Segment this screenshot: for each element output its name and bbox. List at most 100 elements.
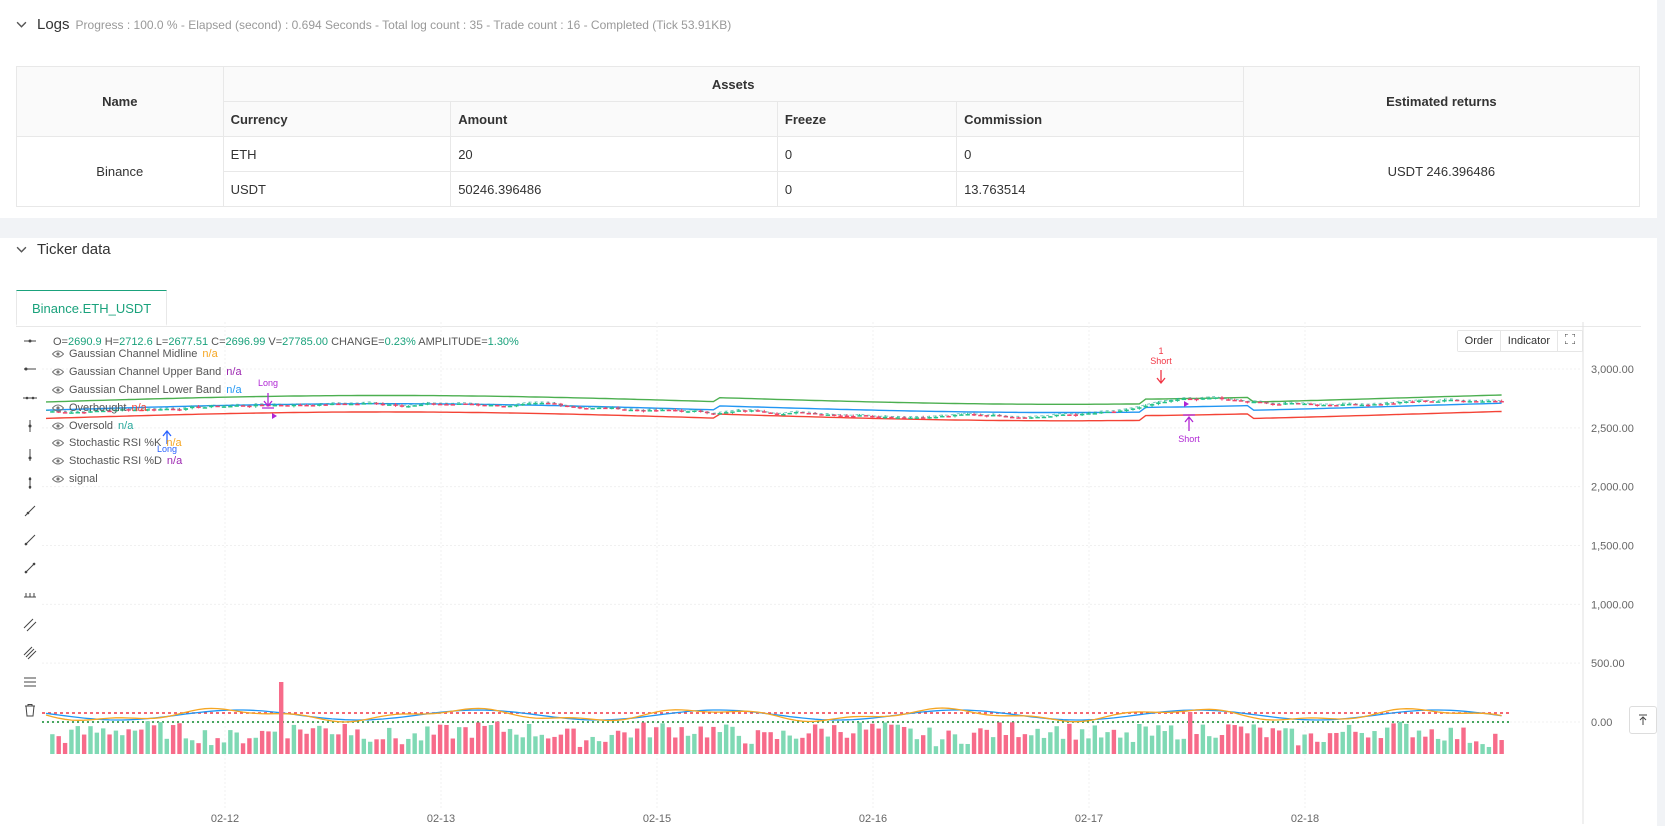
eye-icon[interactable] <box>52 422 64 430</box>
volume-bar <box>488 725 494 754</box>
volume-bar <box>895 724 900 754</box>
volume-bar <box>1423 736 1428 754</box>
candle-body <box>291 404 297 407</box>
logs-title: Logs <box>37 16 70 33</box>
candle-body <box>1448 399 1453 402</box>
volume-bar <box>609 734 614 754</box>
volume-bar <box>743 743 748 754</box>
volume-bar <box>552 736 557 754</box>
volume-bar <box>1060 738 1066 754</box>
assets-table: Name Assets Estimated returns Currency A… <box>16 66 1641 207</box>
candle-body <box>990 414 996 417</box>
price-chart[interactable]: 3,000.00 2,500.00 2,000.00 1,500.00 1,000.00… <box>0 238 1657 826</box>
candle-body <box>501 405 506 408</box>
short-marker-arrow <box>1156 370 1166 385</box>
candle-body <box>692 410 697 413</box>
currency-cell: ETH <box>222 136 452 172</box>
candle-body <box>259 404 265 407</box>
horizontal-line-tool-icon[interactable] <box>19 330 41 352</box>
legend-value: n/a <box>226 365 242 378</box>
order-button[interactable]: Order <box>1457 331 1501 351</box>
eye-icon[interactable] <box>52 350 64 358</box>
volume-bar <box>1207 736 1212 754</box>
indicator-button[interactable]: Indicator <box>1500 331 1558 351</box>
x-tick-label: 02-18 <box>1291 813 1319 825</box>
legend-item[interactable]: Stochastic RSI %D n/a <box>52 452 242 470</box>
volume-bar <box>1219 735 1225 754</box>
eye-icon[interactable] <box>52 386 64 394</box>
candle-body <box>1493 400 1498 403</box>
candle-body <box>1016 417 1021 419</box>
volume-bar <box>164 738 169 754</box>
volume-bar <box>596 741 602 754</box>
candle-body <box>1111 411 1117 414</box>
logs-progress: Progress : 100.0 % - Elapsed (second) : … <box>75 17 732 32</box>
volume-bar <box>1454 739 1460 754</box>
candle-body <box>1499 400 1504 403</box>
legend-item[interactable]: Gaussian Channel Midline n/a <box>52 345 242 363</box>
volume-bar <box>1480 744 1485 754</box>
extended-line-tool-icon[interactable] <box>19 387 41 409</box>
volume-bar <box>196 743 201 754</box>
candle-body <box>298 404 303 407</box>
short-marker-label: Short <box>1150 356 1172 366</box>
candle-body <box>348 403 354 406</box>
candle-body <box>571 406 576 408</box>
volume-bar <box>870 723 875 754</box>
legend-item[interactable]: Oversold n/a <box>52 417 242 435</box>
legend-item[interactable]: Stochastic RSI %K n/a <box>52 434 242 452</box>
volume-bar <box>101 728 106 754</box>
trend-line-tool-icon[interactable] <box>19 500 41 522</box>
volume-bar <box>501 731 506 754</box>
candle-body <box>1378 404 1384 406</box>
candle-body <box>730 411 735 413</box>
trash-icon[interactable] <box>19 699 41 721</box>
vertical-ray-tool-icon[interactable] <box>19 444 41 466</box>
legend-item[interactable]: signal <box>52 470 242 488</box>
candle-body <box>1461 400 1466 403</box>
vertical-line-tool-icon[interactable] <box>19 415 41 437</box>
candle-body <box>317 404 322 406</box>
scroll-to-top-button[interactable] <box>1629 706 1657 734</box>
candle-body <box>927 417 932 419</box>
volume-bar <box>1289 728 1295 754</box>
candle-body <box>1340 404 1345 406</box>
candle-body <box>1073 414 1078 416</box>
volume-bar <box>202 730 208 754</box>
price-range-tool-icon[interactable] <box>19 586 41 608</box>
volume-bar <box>730 726 735 754</box>
candle-body <box>1149 404 1155 406</box>
volume-bar <box>959 743 964 754</box>
eye-icon[interactable] <box>52 439 64 447</box>
eye-icon[interactable] <box>52 457 64 465</box>
fullscreen-button[interactable] <box>1558 331 1582 351</box>
short-exit-arrow <box>1183 414 1195 431</box>
parallel-channel-tool-icon[interactable] <box>19 614 41 636</box>
legend-item[interactable]: Gaussian Channel Lower Band n/a <box>52 381 242 399</box>
candle-body <box>609 407 614 410</box>
legend-value: n/a <box>131 401 147 414</box>
logs-header[interactable]: Logs Progress : 100.0 % - Elapsed (secon… <box>16 16 731 33</box>
eye-icon[interactable] <box>52 475 64 483</box>
pitchfork-tool-icon[interactable] <box>19 642 41 664</box>
volume-value: 27785.00 <box>282 336 329 348</box>
volume-bar <box>1226 724 1231 754</box>
volume-bar <box>107 734 112 754</box>
eye-icon[interactable] <box>52 368 64 376</box>
legend-item[interactable]: Overbought n/a <box>52 399 242 417</box>
volume-bar <box>1340 731 1345 754</box>
volume-bar <box>329 734 335 754</box>
segment-tool-icon[interactable] <box>19 557 41 579</box>
fibonacci-tool-icon[interactable] <box>19 671 41 693</box>
eye-icon[interactable] <box>52 404 64 412</box>
legend-item[interactable]: Gaussian Channel Upper Band n/a <box>52 363 242 381</box>
horizontal-ray-tool-icon[interactable] <box>19 358 41 380</box>
candle-body <box>1048 416 1053 418</box>
upper-band-line <box>45 394 1502 405</box>
vertical-segment-tool-icon[interactable] <box>19 472 41 494</box>
chevron-down-icon[interactable] <box>16 19 27 30</box>
volume-bar <box>367 741 373 754</box>
legend-name: Oversold <box>69 419 114 432</box>
ray-line-tool-icon[interactable] <box>19 529 41 551</box>
volume-bar <box>615 730 621 754</box>
